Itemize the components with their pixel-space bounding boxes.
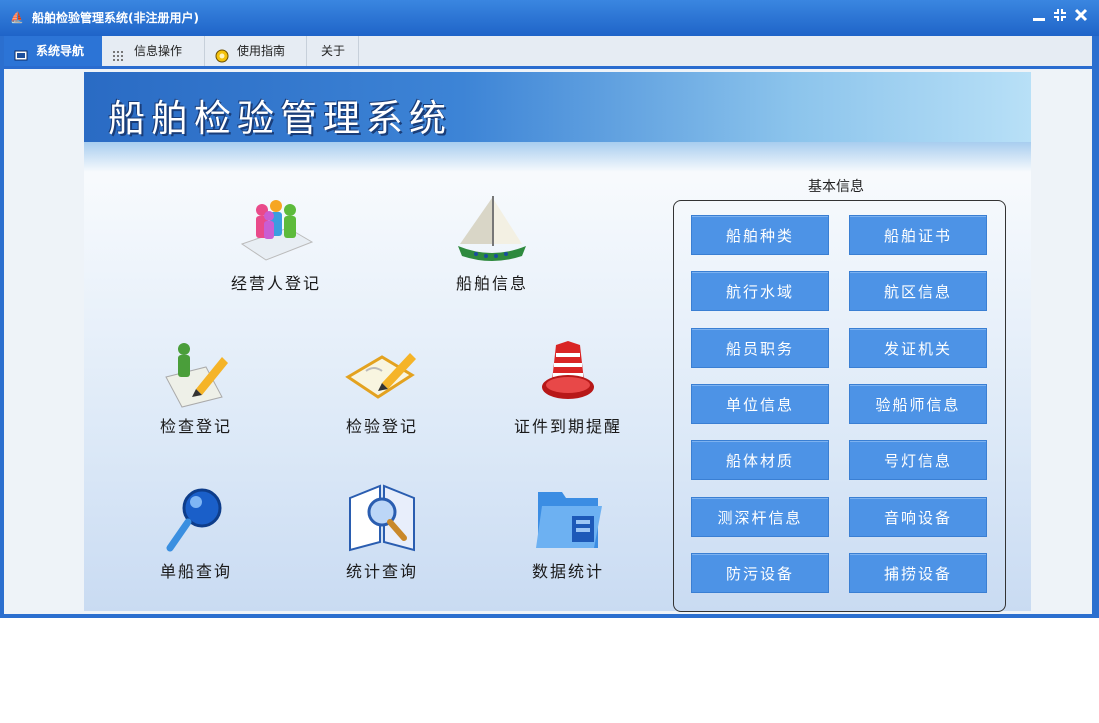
ship-logo-icon: ⛵ [10, 11, 24, 24]
signal-light-button[interactable]: 号灯信息 [849, 440, 987, 480]
unit-information-button[interactable]: 单位信息 [691, 384, 829, 424]
navigation-waters-button[interactable]: 航行水域 [691, 271, 829, 311]
menu-bar: 系统导航 信息操作 使用指南 关于 [4, 36, 1092, 69]
grid-icon [112, 44, 126, 61]
folder-document-icon [528, 482, 608, 554]
feature-ship-information[interactable]: 船舶信息 [422, 194, 562, 294]
crew-position-button[interactable]: 船员职务 [691, 328, 829, 368]
help-circle-icon [215, 44, 229, 63]
book-search-icon [342, 482, 422, 554]
banner-title: 船舶检验管理系统 [108, 97, 452, 140]
pencil-person-icon [156, 337, 236, 409]
banner-fade [84, 142, 1031, 172]
people-icon [236, 194, 316, 266]
feature-label: 船舶信息 [455, 274, 528, 293]
tab-about[interactable]: 关于 [307, 36, 359, 66]
feature-label: 数据统计 [531, 562, 604, 581]
issuing-authority-button[interactable]: 发证机关 [849, 328, 987, 368]
navigation-panel: 船舶检验管理系统 经营人登记 船舶信息 检查登记 检验登记 证件到期提醒 单船查… [84, 72, 1031, 612]
feature-statistics-query[interactable]: 统计查询 [312, 482, 452, 582]
title-bar[interactable]: ⛵ 船舶检验管理系统(非注册用户) [0, 0, 1099, 36]
tab-information-operation[interactable]: 信息操作 [102, 36, 205, 66]
feature-inspection-registration[interactable]: 检查登记 [126, 337, 266, 437]
feature-label: 证件到期提醒 [513, 417, 622, 436]
tab-system-navigation[interactable]: 系统导航 [4, 36, 102, 66]
feature-certificate-expiry-reminder[interactable]: 证件到期提醒 [498, 337, 638, 437]
feature-label: 单船查询 [159, 562, 232, 581]
feature-survey-registration[interactable]: 检验登记 [312, 337, 452, 437]
feature-data-statistics[interactable]: 数据统计 [498, 482, 638, 582]
feature-single-ship-query[interactable]: 单船查询 [126, 482, 266, 582]
anti-pollution-equipment-button[interactable]: 防污设备 [691, 553, 829, 593]
tab-user-guide[interactable]: 使用指南 [205, 36, 307, 66]
feature-label: 检查登记 [159, 417, 232, 436]
sounding-rod-button[interactable]: 测深杆信息 [691, 497, 829, 537]
feature-operator-registration[interactable]: 经营人登记 [206, 194, 346, 294]
surveyor-information-button[interactable]: 验船师信息 [849, 384, 987, 424]
basic-info-title: 基本信息 [808, 179, 864, 195]
main-window: ⛵ 船舶检验管理系统(非注册用户) 系统导航 信息操作 使用指南 关于 船舶检验… [0, 0, 1099, 618]
ship-certificate-button[interactable]: 船舶证书 [849, 215, 987, 255]
feature-label: 经营人登记 [230, 274, 321, 293]
tab-label: 信息操作 [134, 44, 183, 58]
close-icon[interactable] [1072, 8, 1090, 26]
sailboat-icon [452, 194, 532, 266]
alarm-bell-icon [528, 337, 608, 409]
fishing-equipment-button[interactable]: 捕捞设备 [849, 553, 987, 593]
window-title: 船舶检验管理系统(非注册用户) [32, 11, 199, 25]
sound-equipment-button[interactable]: 音响设备 [849, 497, 987, 537]
tab-label: 关于 [321, 44, 346, 58]
navigation-area-button[interactable]: 航区信息 [849, 271, 987, 311]
magnifier-icon [156, 482, 236, 554]
feature-label: 检验登记 [345, 417, 418, 436]
feature-label: 统计查询 [345, 562, 418, 581]
monitor-icon [14, 44, 28, 61]
minimize-icon[interactable] [1030, 8, 1048, 26]
notebook-pencil-icon [342, 337, 422, 409]
restore-icon[interactable] [1051, 8, 1069, 26]
tab-label: 使用指南 [237, 44, 286, 58]
ship-type-button[interactable]: 船舶种类 [691, 215, 829, 255]
tab-label: 系统导航 [36, 44, 85, 58]
content-area: 船舶检验管理系统 经营人登记 船舶信息 检查登记 检验登记 证件到期提醒 单船查… [4, 69, 1092, 614]
hull-material-button[interactable]: 船体材质 [691, 440, 829, 480]
